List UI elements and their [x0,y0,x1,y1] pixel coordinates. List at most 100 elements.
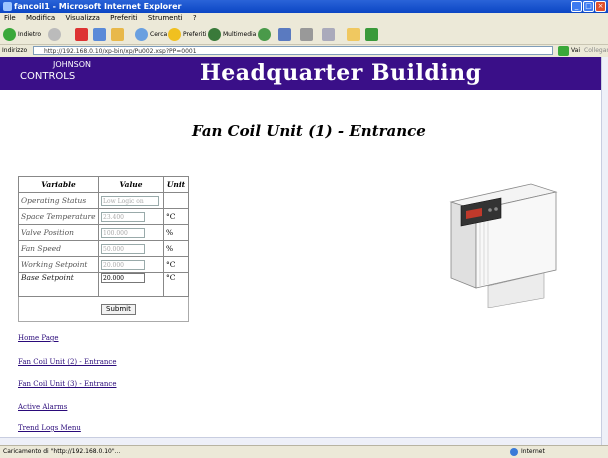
menu-edit[interactable]: Modifica [26,14,55,22]
fan-coil-unit-illustration [449,183,558,308]
search-label: Cerca [150,30,168,38]
media-button[interactable]: Multimedia [208,27,256,41]
links-label[interactable]: Collegamenti [584,45,608,57]
back-label: Indietro [18,30,42,38]
table-row: Fan Speed 50.000 % [18,240,189,257]
edit-button[interactable] [322,27,335,41]
operating-status-select: Low Logic on [101,195,159,206]
row-label: Working Setpoint [18,256,99,273]
page-title: Fan Coil Unit (1) - Entrance [192,122,426,140]
variables-table: Variable Value Unit Operating Status Low… [18,176,189,297]
minimize-button[interactable]: _ [571,1,582,12]
media-icon [208,27,221,41]
fan-coil-unit-3-link[interactable]: Fan Coil Unit (3) - Entrance [18,380,117,388]
print-button[interactable] [300,27,313,41]
forward-button[interactable] [48,27,61,41]
folder-button[interactable] [347,27,360,41]
fan-coil-unit-2-link[interactable]: Fan Coil Unit (2) - Entrance [18,358,117,366]
row-label: Valve Position [18,224,99,241]
search-button[interactable]: Cerca [135,27,167,41]
favorites-button[interactable]: Preferiti [168,27,207,41]
vertical-scrollbar[interactable] [601,57,608,445]
table-row: Operating Status Low Logic on [18,192,189,209]
active-alarms-link[interactable]: Active Alarms [18,403,67,411]
home-page-link[interactable]: Home Page [18,334,59,342]
menu-tools[interactable]: Strumenti [148,14,183,22]
table-row: Valve Position 100.000 % [18,224,189,241]
menu-help[interactable]: ? [193,14,197,22]
search-icon [135,27,148,41]
table-row: Space Temperature 23.400 °C [18,208,189,225]
mail-icon [278,27,291,41]
window-title: fancoil1 - Microsoft Internet Explorer [14,2,182,11]
mail-button[interactable] [278,27,291,41]
history-button[interactable] [258,27,271,41]
menu-view[interactable]: Visualizza [65,14,99,22]
johnson-controls-logo: JOHNSON CONTROLS [20,60,91,82]
page-header: JOHNSON CONTROLS Headquarter Building [0,57,601,90]
close-button[interactable]: × [595,1,606,12]
table-row: Base Setpoint 20.000 °C [18,272,189,297]
edit-icon [322,27,335,41]
browser-toolbar: Indietro Cerca Preferiti Multimedia [0,24,608,45]
row-label: Operating Status [18,192,99,209]
ie-logo-icon [3,2,12,11]
table-row: Working Setpoint 20.000 °C [18,256,189,273]
controller-knob-icon [488,208,492,212]
messenger-button[interactable] [365,27,378,41]
address-label: Indirizzo [2,47,28,54]
logo-main-text: CONTROLS [20,71,76,82]
row-unit: % [163,240,189,257]
row-unit: °C [163,256,189,273]
base-setpoint-input[interactable]: 20.000 [101,273,145,283]
row-unit: °C [163,208,189,225]
print-icon [300,27,313,41]
building-title: Headquarter Building [200,60,482,86]
menu-bar: File Modifica Visualizza Preferiti Strum… [0,13,608,24]
row-label: Fan Speed [18,240,99,257]
column-header-value: Value [98,176,164,193]
row-unit: °C [163,272,189,297]
column-header-unit: Unit [163,176,189,193]
controller-knob-icon [494,207,498,211]
status-bar: Caricamento di "http://192.168.0.10"... … [0,445,608,458]
status-text: Caricamento di "http://192.168.0.10"... [3,448,121,455]
table-header-row: Variable Value Unit [18,176,189,193]
row-unit [163,192,189,209]
home-icon [111,27,124,41]
row-unit: % [163,224,189,241]
home-button[interactable] [111,27,124,41]
zone-label: Internet [521,448,545,455]
favorites-label: Preferiti [183,30,207,38]
logo-top-text: JOHNSON [53,60,92,69]
column-header-variable: Variable [18,176,99,193]
go-label[interactable]: Vai [571,45,580,57]
menu-file[interactable]: File [4,14,16,22]
internet-zone-icon [510,448,518,456]
media-label: Multimedia [223,30,257,38]
submit-button[interactable]: Submit [101,304,136,315]
maximize-button[interactable]: □ [583,1,594,12]
go-button[interactable] [558,46,569,56]
stop-button[interactable] [75,27,88,41]
working-setpoint-field: 20.000 [101,259,145,270]
history-icon [258,27,271,41]
refresh-button[interactable] [93,27,106,41]
back-arrow-icon [3,27,16,41]
row-label: Base Setpoint [18,272,99,297]
window-title-bar: fancoil1 - Microsoft Internet Explorer _… [0,0,608,13]
folder-icon [347,27,360,41]
space-temperature-field: 23.400 [101,211,145,222]
messenger-icon [365,27,378,41]
back-button[interactable]: Indietro [3,27,41,41]
stop-icon [75,27,88,41]
star-icon [168,27,181,41]
trend-logs-menu-link[interactable]: Trend Logs Menu [18,424,81,432]
refresh-icon [93,27,106,41]
forward-arrow-icon [48,27,61,41]
address-input[interactable]: http://192.168.0.10/xp-bin/xp/Pu002.xsp?… [33,46,553,55]
fan-speed-field: 50.000 [101,243,145,254]
menu-favorites[interactable]: Preferiti [110,14,137,22]
valve-position-field: 100.000 [101,227,145,238]
row-label: Space Temperature [18,208,99,225]
